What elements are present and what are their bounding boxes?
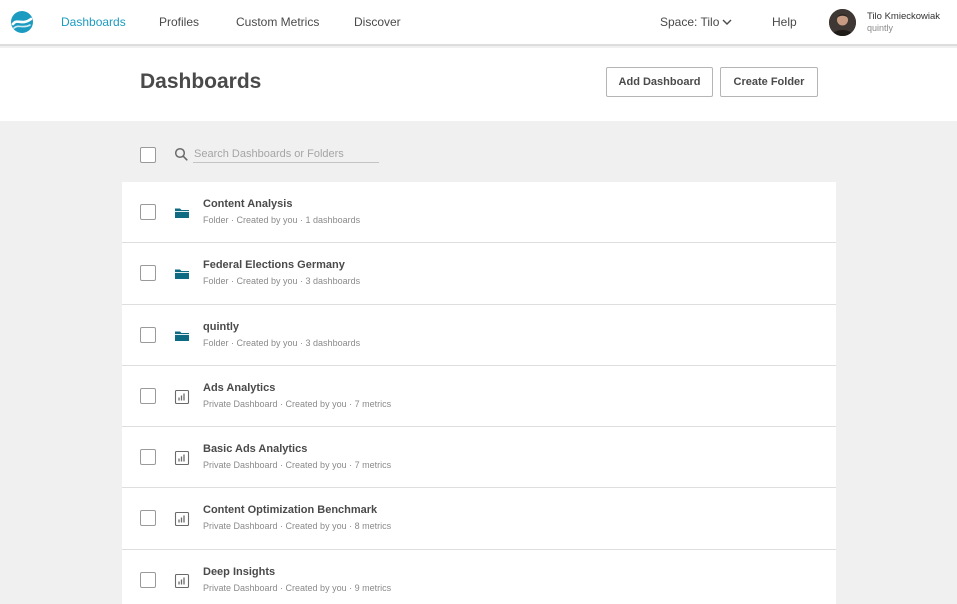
row-meta: Private Dashboard · Created by you · 8 m… [203,521,392,532]
nav-dashboards[interactable]: Dashboards [61,15,126,29]
help-link[interactable]: Help [772,15,797,29]
page-header: Dashboards Add Dashboard Create Folder [0,48,957,121]
dashboard-chart-icon [174,573,190,588]
nav-profiles[interactable]: Profiles [159,15,199,29]
select-all-checkbox[interactable] [140,147,156,163]
dashboard-chart-icon [174,512,190,527]
nav-custom-metrics[interactable]: Custom Metrics [236,15,319,29]
add-dashboard-button[interactable]: Add Dashboard [606,67,713,97]
avatar[interactable] [829,9,856,36]
user-organization: quintly [867,23,894,33]
row-title[interactable]: Content Optimization Benchmark [203,504,377,516]
dashboard-list: Content Analysis Folder · Created by you… [122,182,836,604]
row-checkbox[interactable] [140,449,156,466]
space-label: Space: Tilo [660,15,720,29]
search-input[interactable] [193,145,379,163]
row-checkbox[interactable] [140,265,156,282]
row-meta: Private Dashboard · Created by you · 9 m… [203,582,392,593]
row-meta: Folder · Created by you · 1 dashboards [203,215,361,225]
list-item[interactable]: Ads Analytics Private Dashboard · Create… [122,365,836,428]
row-meta: Private Dashboard · Created by you · 7 m… [203,460,392,471]
row-checkbox[interactable] [140,510,156,527]
list-item[interactable]: Basic Ads Analytics Private Dashboard · … [122,427,836,489]
row-checkbox[interactable] [140,204,156,220]
create-folder-button[interactable]: Create Folder [720,67,818,97]
row-meta: Folder · Created by you · 3 dashboards [203,276,361,287]
list-item[interactable]: Deep Insights Private Dashboard · Create… [122,549,836,604]
space-selector[interactable]: Space: Tilo [660,15,732,29]
row-title[interactable]: Ads Analytics [203,382,275,394]
user-photo-icon [829,9,856,36]
dashboard-chart-icon [174,451,190,466]
folder-icon [175,208,189,218]
page-title: Dashboards [140,70,262,93]
row-title[interactable]: Content Analysis [203,198,292,210]
list-item[interactable]: Federal Elections Germany Folder · Creat… [122,243,836,305]
top-navigation: Dashboards Profiles Custom Metrics Disco… [0,0,957,46]
folder-icon [175,269,189,280]
list-item[interactable]: quintly Folder · Created by you · 3 dash… [122,304,836,366]
row-title[interactable]: Deep Insights [203,566,275,578]
row-meta: Private Dashboard · Created by you · 7 m… [203,398,392,409]
search-icon [174,147,188,161]
user-name[interactable]: Tilo Kmieckowiak [867,11,940,22]
list-item[interactable]: Content Optimization Benchmark Private D… [122,488,836,550]
row-checkbox[interactable] [140,326,156,343]
quintly-logo-icon[interactable] [10,11,34,33]
row-meta: Folder · Created by you · 3 dashboards [203,337,361,348]
folder-icon [175,331,189,341]
list-item[interactable]: Content Analysis Folder · Created by you… [122,182,836,244]
row-checkbox[interactable] [140,387,156,404]
row-title[interactable]: Federal Elections Germany [203,259,345,271]
row-checkbox[interactable] [140,571,156,588]
nav-discover[interactable]: Discover [354,15,401,29]
row-title[interactable]: quintly [203,321,239,333]
row-title[interactable]: Basic Ads Analytics [203,443,307,455]
dashboard-chart-icon [174,389,190,404]
chevron-down-icon [722,19,732,26]
